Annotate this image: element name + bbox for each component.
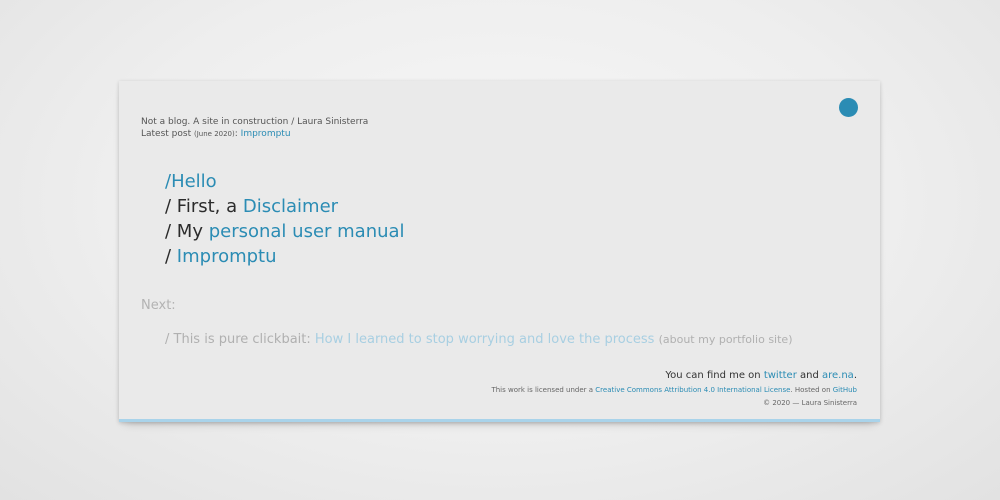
license-line: This work is licensed under a Creative C… — [491, 386, 857, 394]
social-period: . — [853, 370, 857, 381]
site-tagline: Not a blog. A site in construction / Lau… — [141, 117, 369, 127]
latest-post-line: Latest post (June 2020): Impromptu — [141, 128, 368, 140]
next-post-link[interactable]: How I learned to stop worrying and love … — [315, 332, 655, 347]
arena-link[interactable]: are.na — [822, 370, 854, 381]
social-line: You can find me on twitter and are.na. — [665, 370, 857, 381]
nav-item-hello: /Hello — [165, 169, 405, 194]
social-prefix: You can find me on — [665, 370, 764, 381]
next-prefix: / This is pure clickbait: — [165, 332, 315, 347]
github-link[interactable]: GitHub — [833, 386, 857, 394]
nav-prefix: / My — [165, 221, 209, 242]
impromptu-link[interactable]: Impromptu — [177, 246, 277, 267]
next-post-note: (about my portfolio site) — [658, 333, 793, 346]
latest-post-colon: : — [234, 129, 238, 139]
twitter-link[interactable]: twitter — [764, 370, 797, 381]
nav-prefix: / First, a — [165, 196, 243, 217]
menu-dot-button[interactable] — [839, 98, 858, 117]
social-and: and — [796, 370, 822, 381]
hosted-text: . Hosted on — [790, 386, 833, 394]
hello-link[interactable]: /Hello — [165, 171, 217, 192]
license-prefix: This work is licensed under a — [491, 386, 596, 394]
disclaimer-link[interactable]: Disclaimer — [243, 196, 338, 217]
copyright: © 2020 — Laura Sinisterra — [763, 399, 857, 407]
nav-item-user-manual: / My personal user manual — [165, 219, 405, 244]
post-nav: /Hello / First, a Disclaimer / My person… — [165, 169, 405, 269]
latest-post-link[interactable]: Impromptu — [241, 129, 291, 139]
nav-prefix: / — [165, 246, 177, 267]
license-link[interactable]: Creative Commons Attribution 4.0 Interna… — [595, 386, 790, 394]
next-post-line: / This is pure clickbait: How I learned … — [165, 332, 793, 347]
site-header: Not a blog. A site in construction / Lau… — [141, 116, 368, 140]
next-label: Next: — [141, 298, 176, 313]
latest-post-date: (June 2020) — [194, 130, 235, 138]
latest-post-label: Latest post — [141, 129, 192, 139]
user-manual-link[interactable]: personal user manual — [209, 221, 405, 242]
nav-item-impromptu: / Impromptu — [165, 244, 405, 269]
nav-item-disclaimer: / First, a Disclaimer — [165, 194, 405, 219]
page-card: Not a blog. A site in construction / Lau… — [119, 81, 880, 422]
